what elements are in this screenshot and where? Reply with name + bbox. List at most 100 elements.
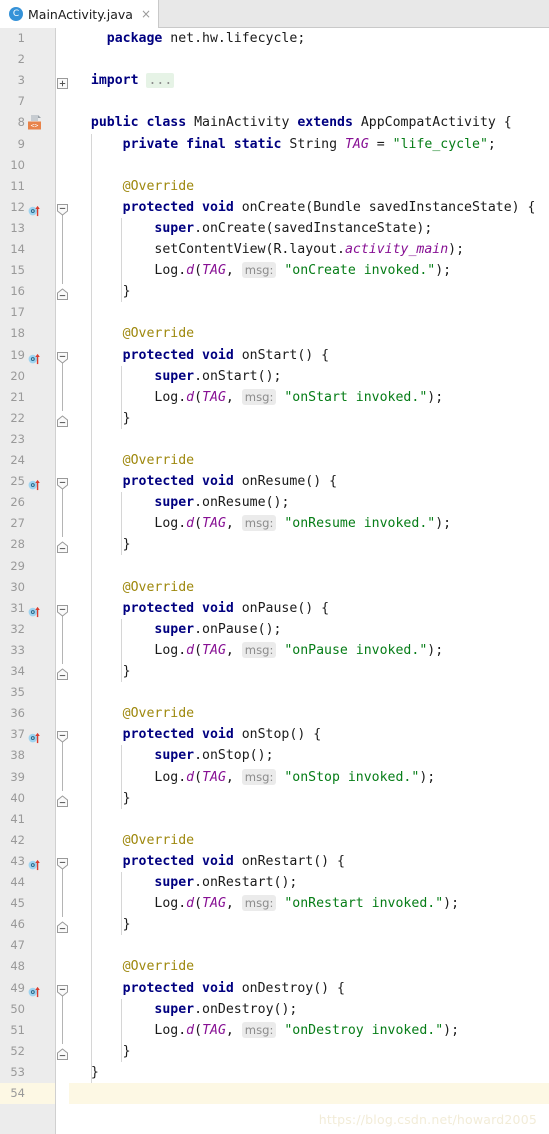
code-line[interactable] [69,935,549,956]
gutter-row[interactable]: 22 [0,408,55,429]
code-line[interactable]: @Override [69,956,549,977]
code-line[interactable]: protected void onCreate(Bundle savedInst… [69,197,549,218]
code-line[interactable]: super.onCreate(savedInstanceState); [69,218,549,239]
gutter-row[interactable]: 21 [0,387,55,408]
gutter-row[interactable]: 16 [0,281,55,302]
override-method-icon[interactable] [28,855,41,870]
collapse-fold-icon[interactable] [57,538,68,554]
code-line[interactable]: protected void onResume() { [69,471,549,492]
gutter-row[interactable]: 30 [0,577,55,598]
override-method-icon[interactable] [28,728,41,744]
gutter-row[interactable]: 42 [0,830,55,851]
gutter-row[interactable]: 32 [0,619,55,640]
code-line[interactable] [69,682,549,703]
gutter-row[interactable]: 36 [0,703,55,724]
code-line[interactable]: Log.d(TAG, msg: "onDestroy invoked."); [69,1020,549,1041]
gutter-row[interactable]: 17 [0,302,55,323]
collapse-fold-icon[interactable] [57,792,68,807]
gutter-row[interactable]: 23 [0,429,55,450]
override-method-icon[interactable] [28,201,41,216]
code-line[interactable]: @Override [69,176,549,197]
android-resource-icon[interactable]: <> [26,114,43,131]
code-line[interactable]: Log.d(TAG, msg: "onRestart invoked."); [69,893,549,914]
override-method-icon[interactable] [28,602,41,617]
collapse-fold-icon[interactable] [57,349,68,364]
gutter-row[interactable]: 34 [0,661,55,682]
code-line[interactable] [69,302,549,323]
code-line[interactable]: super.onStop(); [69,745,549,766]
collapse-fold-icon[interactable] [57,602,68,617]
gutter-row[interactable]: 28 [0,534,55,555]
code-editor[interactable]: 12378 <> 9 10 11 12 13 14 15 16 17 18 19 20 21 22 23… [0,28,549,1134]
gutter-row[interactable]: 40 [0,788,55,809]
code-folding-column[interactable] [56,28,69,1134]
collapse-fold-icon[interactable] [57,918,68,934]
gutter-row[interactable]: 50 [0,999,55,1020]
code-line[interactable] [69,809,549,830]
code-line[interactable]: super.onPause(); [69,619,549,640]
gutter-row[interactable]: 11 [0,176,55,197]
gutter-row[interactable]: 37 [0,724,55,745]
code-line[interactable]: } [69,914,549,935]
code-line[interactable]: @Override [69,577,549,598]
code-line[interactable]: @Override [69,323,549,344]
code-line[interactable]: super.onDestroy(); [69,999,549,1020]
code-line[interactable]: import ... [69,70,549,91]
code-line[interactable]: super.onResume(); [69,492,549,513]
gutter-row[interactable]: 43 [0,851,55,872]
gutter-row[interactable]: 31 [0,598,55,619]
gutter-row[interactable]: 35 [0,682,55,703]
gutter-row[interactable]: 29 [0,556,55,577]
gutter-row[interactable]: 12 [0,197,55,218]
editor-gutter[interactable]: 12378 <> 9 10 11 12 13 14 15 16 17 18 19 20 21 22 23… [0,28,56,1134]
collapse-fold-icon[interactable] [57,728,68,743]
gutter-row[interactable]: 54 [0,1083,55,1104]
code-line[interactable]: super.onRestart(); [69,872,549,893]
collapse-fold-icon[interactable] [57,201,68,216]
gutter-row[interactable]: 15 [0,260,55,281]
code-line[interactable]: setContentView(R.layout.activity_main); [69,239,549,260]
gutter-row[interactable]: 49 [0,978,55,999]
gutter-row[interactable]: 1 [0,28,55,49]
code-line[interactable]: Log.d(TAG, msg: "onPause invoked."); [69,640,549,661]
editor-tab-mainactivity[interactable]: C MainActivity.java × [0,0,160,28]
code-line[interactable]: Log.d(TAG, msg: "onStart invoked."); [69,387,549,408]
code-area[interactable]: package net.hw.lifecycle; import ... pub… [69,28,549,1134]
code-line[interactable] [69,91,549,112]
gutter-row[interactable]: 39 [0,767,55,788]
code-line[interactable]: } [69,534,549,555]
gutter-row[interactable]: 44 [0,872,55,893]
gutter-row[interactable]: 26 [0,492,55,513]
code-line[interactable]: } [69,408,549,429]
code-line[interactable]: public class MainActivity extends AppCom… [69,112,549,133]
gutter-row[interactable]: 27 [0,513,55,534]
code-line[interactable] [69,49,549,70]
gutter-row[interactable]: 53 [0,1062,55,1083]
gutter-row[interactable]: 14 [0,239,55,260]
code-line[interactable] [69,556,549,577]
code-line[interactable]: Log.d(TAG, msg: "onCreate invoked."); [69,260,549,281]
code-line[interactable]: Log.d(TAG, msg: "onStop invoked."); [69,767,549,788]
gutter-row[interactable]: 3 [0,70,55,91]
code-line[interactable]: } [69,788,549,809]
gutter-row[interactable]: 52 [0,1041,55,1062]
override-method-icon[interactable] [28,475,41,491]
gutter-row[interactable]: 18 [0,323,55,344]
gutter-row[interactable]: 41 [0,809,55,830]
collapse-fold-icon[interactable] [57,665,68,680]
code-line[interactable]: Log.d(TAG, msg: "onResume invoked."); [69,513,549,534]
collapse-fold-icon[interactable] [57,855,68,870]
override-method-icon[interactable] [28,982,41,997]
code-line[interactable]: protected void onPause() { [69,598,549,619]
gutter-row[interactable]: 24 [0,450,55,471]
gutter-row[interactable]: 7 [0,91,55,112]
close-icon[interactable]: × [141,8,151,20]
collapse-fold-icon[interactable] [57,475,68,490]
gutter-row[interactable]: 25 [0,471,55,492]
code-line[interactable]: private final static String TAG = "life_… [69,134,549,155]
code-line[interactable]: protected void onStop() { [69,724,549,745]
code-line[interactable]: super.onStart(); [69,366,549,387]
gutter-row[interactable]: 13 [0,218,55,239]
collapse-fold-icon[interactable] [57,982,68,997]
gutter-row[interactable]: 8 <> [0,112,55,133]
